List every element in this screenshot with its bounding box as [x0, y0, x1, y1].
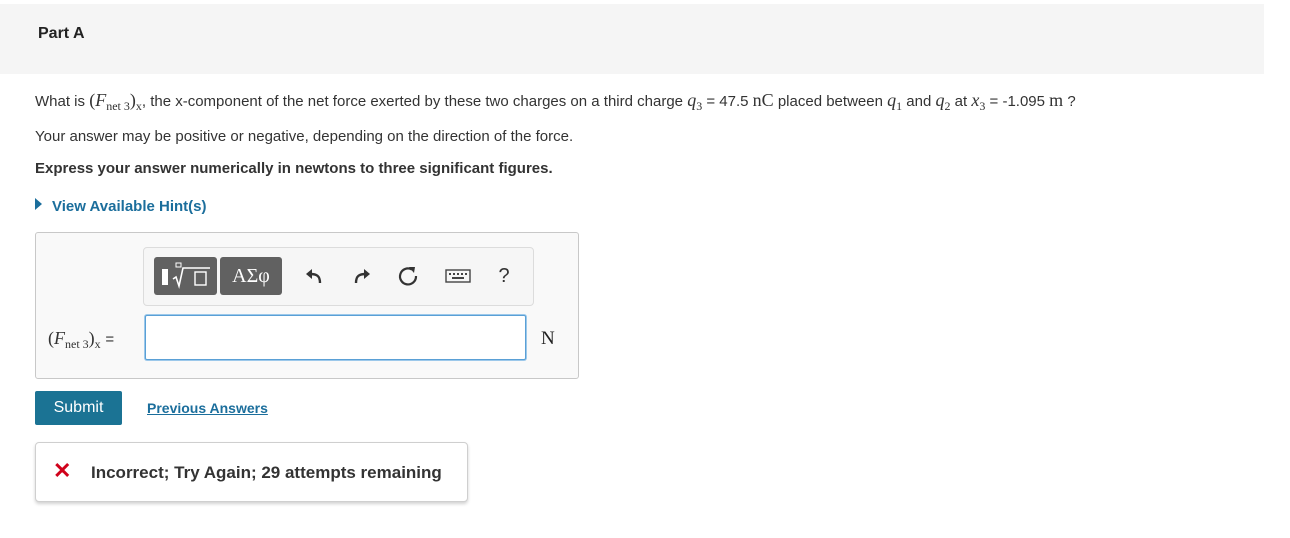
hint-caret-icon [35, 198, 42, 210]
q3-symbol: q [687, 90, 697, 110]
view-hints-link[interactable]: View Available Hint(s) [35, 198, 207, 215]
hint-label: View Available Hint(s) [52, 198, 207, 215]
question-middle: , the x-component of the net force exert… [141, 93, 684, 110]
part-title: Part A [38, 25, 85, 42]
keyboard-icon[interactable] [444, 264, 472, 288]
answer-label: (Fnet 3)x = [48, 328, 115, 351]
part-header [0, 4, 1264, 74]
templates-button[interactable] [154, 257, 217, 295]
question-placed-between: placed between [777, 93, 883, 110]
reset-circle-icon [398, 267, 418, 286]
keyboard-shape-icon [445, 269, 471, 283]
x3-unit: m [1049, 90, 1064, 110]
greek-letters-icon: ΑΣφ [232, 264, 270, 287]
reset-icon[interactable] [396, 264, 420, 288]
question-and: and [906, 93, 932, 110]
undo-arrow-icon [306, 269, 322, 284]
feedback-panel: ✕ Incorrect; Try Again; 29 attempts rema… [35, 442, 468, 502]
submit-button[interactable]: Submit [35, 391, 122, 425]
answer-input[interactable] [145, 315, 526, 360]
question-end: ? [1067, 93, 1076, 110]
instruction-format: Express your answer numerically in newto… [35, 160, 553, 177]
q2-subscript: 2 [944, 99, 951, 113]
math-toolbar: ΑΣφ ? [143, 247, 534, 306]
q3-subscript: 3 [696, 99, 703, 113]
question-force-symbol: F [95, 90, 107, 110]
x3-subscript: 3 [979, 99, 986, 113]
answer-force-symbol: F [54, 328, 65, 348]
redo-icon[interactable] [350, 264, 374, 288]
answer-equals: = [105, 331, 115, 348]
answer-unit: N [541, 328, 555, 349]
templates-icon [161, 262, 210, 289]
greek-letters-button[interactable]: ΑΣφ [220, 257, 282, 295]
undo-icon[interactable] [302, 264, 326, 288]
instruction-sign-note: Your answer may be positive or negative,… [35, 128, 574, 145]
question-text: What is (Fnet 3)x, the x-component of th… [35, 90, 1076, 113]
help-icon[interactable]: ? [492, 264, 516, 288]
q1-symbol: q [887, 90, 897, 110]
x3-value: = -1.095 [989, 93, 1045, 110]
question-prefix: What is [35, 93, 86, 110]
answer-component-subscript: x [94, 337, 101, 351]
previous-answers-link[interactable]: Previous Answers [147, 400, 268, 416]
q3-value: = 47.5 [706, 93, 749, 110]
q1-subscript: 1 [896, 99, 903, 113]
redo-arrow-icon [354, 269, 370, 284]
question-force-subscript: net 3 [106, 99, 130, 113]
feedback-text: Incorrect; Try Again; 29 attempts remain… [91, 463, 442, 482]
answer-force-subscript: net 3 [65, 337, 89, 351]
incorrect-x-icon: ✕ [53, 458, 72, 483]
question-at: at [954, 93, 968, 110]
q3-unit: nC [752, 90, 774, 110]
